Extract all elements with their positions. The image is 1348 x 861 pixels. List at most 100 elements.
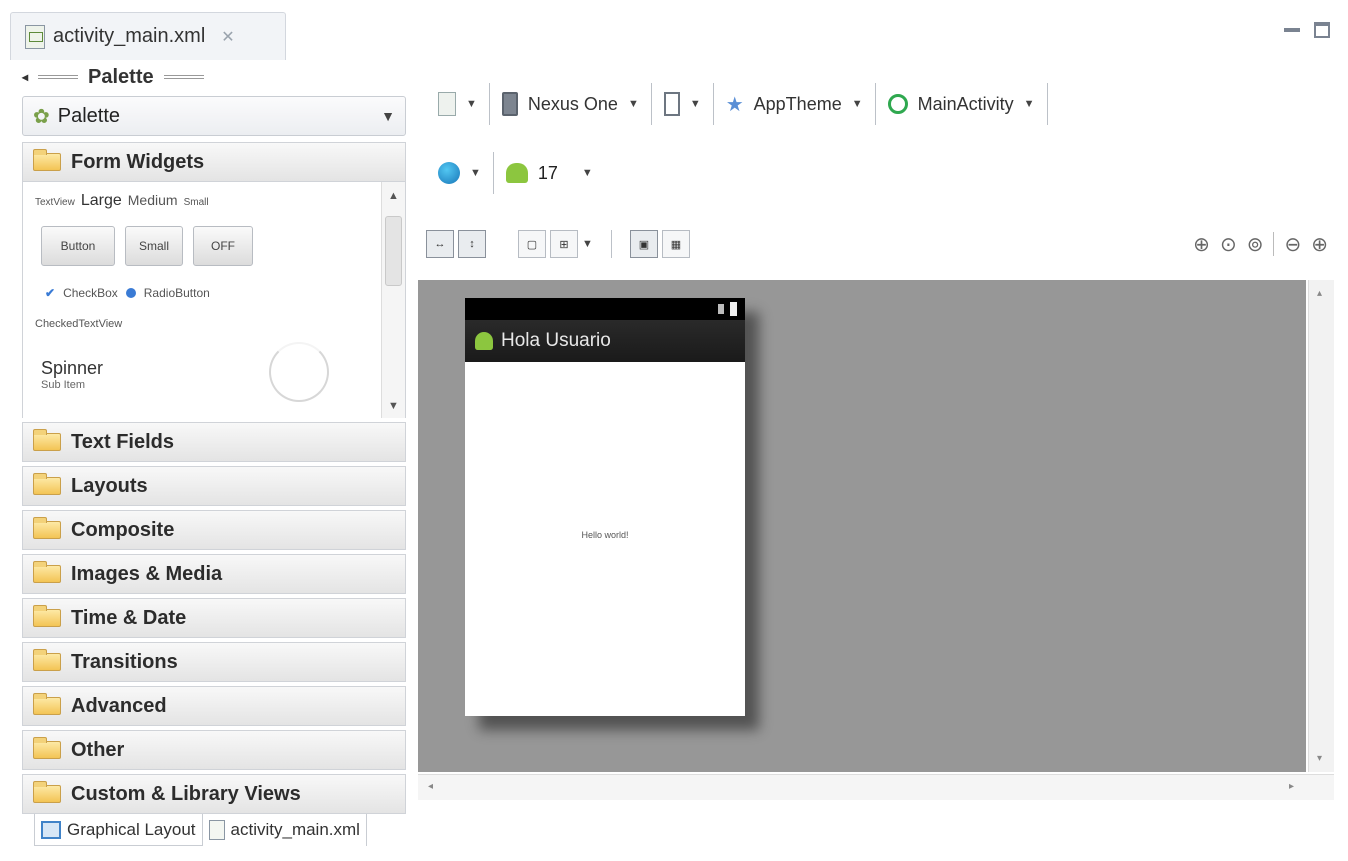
document-icon: [438, 92, 456, 116]
spinner-sub-label: Sub Item: [41, 379, 86, 391]
widget-progressbar[interactable]: [269, 342, 329, 402]
show-clip-icon[interactable]: ▣: [629, 230, 658, 258]
checks-row: ✔ CheckBox RadioButton: [45, 286, 210, 300]
widget-medium-text[interactable]: Medium: [128, 192, 178, 208]
widget-textview[interactable]: TextView: [35, 197, 75, 208]
close-icon[interactable]: ✕: [221, 27, 234, 47]
hello-textview[interactable]: Hello world!: [465, 530, 745, 540]
zoom-in-icon[interactable]: ⊕: [1311, 232, 1328, 257]
widget-toggle-button[interactable]: OFF: [193, 226, 253, 266]
device-dropdown[interactable]: Nexus One ▼: [490, 76, 651, 132]
device-preview[interactable]: Hola Usuario Hello world!: [465, 298, 745, 716]
category-images-media[interactable]: Images & Media: [22, 554, 406, 594]
category-composite[interactable]: Composite: [22, 510, 406, 550]
widget-checked-textview[interactable]: CheckedTextView: [35, 318, 122, 330]
scroll-down-icon[interactable]: ▾: [1317, 753, 1322, 764]
emulate-size-icon[interactable]: ▦: [661, 230, 690, 258]
category-time-date[interactable]: Time & Date: [22, 598, 406, 638]
category-text-fields[interactable]: Text Fields: [22, 422, 406, 462]
palette-panel: ◂ Palette ✿ Palette ▼ Form Widgets TextV…: [22, 64, 406, 814]
category-label: Other: [71, 738, 125, 761]
app-launcher-icon: [475, 332, 493, 350]
window-controls: [1284, 22, 1330, 38]
zoom-real-size-icon[interactable]: ⊕: [1193, 232, 1210, 257]
category-layouts[interactable]: Layouts: [22, 466, 406, 506]
screen-orientation-icon: [663, 92, 680, 116]
activity-dropdown[interactable]: MainActivity ▼: [876, 76, 1047, 132]
tab-label: Graphical Layout: [67, 819, 196, 839]
chevron-down-icon: ▼: [466, 98, 477, 110]
app-content: Hello world!: [465, 362, 745, 716]
category-label: Transitions: [71, 650, 178, 673]
category-label: Layouts: [71, 474, 148, 497]
app-title: Hola Usuario: [501, 330, 611, 351]
minimize-icon[interactable]: [1284, 28, 1300, 32]
category-advanced[interactable]: Advanced: [22, 686, 406, 726]
widget-checkbox[interactable]: CheckBox: [63, 286, 118, 300]
chevron-down-icon: ▼: [689, 98, 701, 110]
zoom-100-icon[interactable]: ⊚: [1247, 232, 1264, 257]
layout-icon: [41, 820, 61, 839]
widget-small-text[interactable]: Small: [184, 197, 209, 208]
palette-header: ◂ Palette: [22, 64, 406, 90]
collapse-left-icon[interactable]: ◂: [22, 70, 28, 84]
theme-label: AppTheme: [753, 93, 842, 114]
checkbox-icon: ✔: [45, 286, 56, 300]
maximize-icon[interactable]: [1314, 22, 1330, 38]
category-other[interactable]: Other: [22, 730, 406, 770]
config-dropdown[interactable]: ▼: [426, 76, 489, 132]
tab-graphical-layout[interactable]: Graphical Layout: [34, 814, 203, 846]
xml-file-icon: [25, 24, 45, 49]
locale-dropdown[interactable]: ▼: [426, 148, 493, 198]
chevron-down-icon: ▼: [851, 98, 863, 110]
radio-icon: [125, 288, 136, 298]
widget-large-text[interactable]: Large: [81, 192, 122, 210]
scroll-down-icon[interactable]: ▼: [388, 400, 399, 412]
category-label: Composite: [71, 518, 175, 541]
canvas-horizontal-scrollbar[interactable]: ◂ ▸: [418, 774, 1334, 800]
activity-icon: [887, 94, 908, 114]
widget-spinner[interactable]: Spinner Sub Item: [41, 358, 103, 391]
category-form-widgets[interactable]: Form Widgets: [22, 142, 406, 182]
theme-dropdown[interactable]: ★ AppTheme ▼: [714, 76, 875, 132]
signal-icon: [718, 304, 724, 314]
android-icon: [505, 163, 528, 183]
layout-option-icon[interactable]: ▢: [518, 230, 546, 258]
toggle-fill-width-icon[interactable]: ↔: [426, 230, 454, 258]
globe-icon: [438, 162, 460, 184]
margins-icon[interactable]: ⊞: [550, 230, 578, 258]
category-transitions[interactable]: Transitions: [22, 642, 406, 682]
scroll-thumb[interactable]: [385, 216, 402, 286]
editor-tab-title: activity_main.xml: [53, 25, 206, 47]
category-custom-library-views[interactable]: Custom & Library Views: [22, 774, 406, 814]
layout-toolbar: ▼ Nexus One ▼ ▼ ★ AppTheme ▼ MainActivit…: [426, 76, 1328, 132]
zoom-out-icon[interactable]: ⊖: [1284, 232, 1301, 257]
chevron-down-icon[interactable]: ▼: [582, 238, 593, 250]
scroll-up-icon[interactable]: ▴: [1317, 288, 1322, 299]
widgets-scrollbar[interactable]: ▲ ▼: [381, 182, 405, 418]
orientation-dropdown[interactable]: ▼: [652, 76, 713, 132]
toggle-fill-height-icon[interactable]: ↕: [458, 230, 486, 258]
device-status-bar: [465, 298, 745, 320]
widget-radiobutton[interactable]: RadioButton: [144, 286, 210, 300]
folder-icon: [33, 737, 61, 759]
scroll-up-icon[interactable]: ▲: [388, 190, 399, 202]
category-label: Text Fields: [71, 430, 174, 453]
canvas-vertical-scrollbar[interactable]: ▴ ▾: [1308, 280, 1334, 772]
spinner-label: Spinner: [41, 358, 104, 378]
tab-xml-source[interactable]: activity_main.xml: [203, 814, 367, 846]
scroll-right-icon[interactable]: ▸: [1289, 781, 1294, 792]
chevron-down-icon: ▼: [470, 167, 481, 179]
scroll-left-icon[interactable]: ◂: [428, 781, 433, 792]
chevron-down-icon: ▼: [627, 98, 639, 110]
editor-tab[interactable]: activity_main.xml ✕: [10, 12, 286, 60]
folder-icon: [33, 473, 61, 495]
canvas-toolbar: ↔ ↕ ▢ ⊞ ▼ ▣ ▦ ⊕ ⊙ ⊚ ⊖ ⊕: [426, 222, 1328, 266]
chevron-down-icon: ▼: [581, 167, 593, 179]
widget-button[interactable]: Button: [41, 226, 115, 266]
palette-dropdown[interactable]: ✿ Palette ▼: [22, 96, 406, 136]
category-label: Images & Media: [71, 562, 223, 585]
api-level-dropdown[interactable]: 17 ▼: [494, 148, 605, 198]
zoom-fit-icon[interactable]: ⊙: [1220, 232, 1237, 257]
widget-small-button[interactable]: Small: [125, 226, 183, 266]
